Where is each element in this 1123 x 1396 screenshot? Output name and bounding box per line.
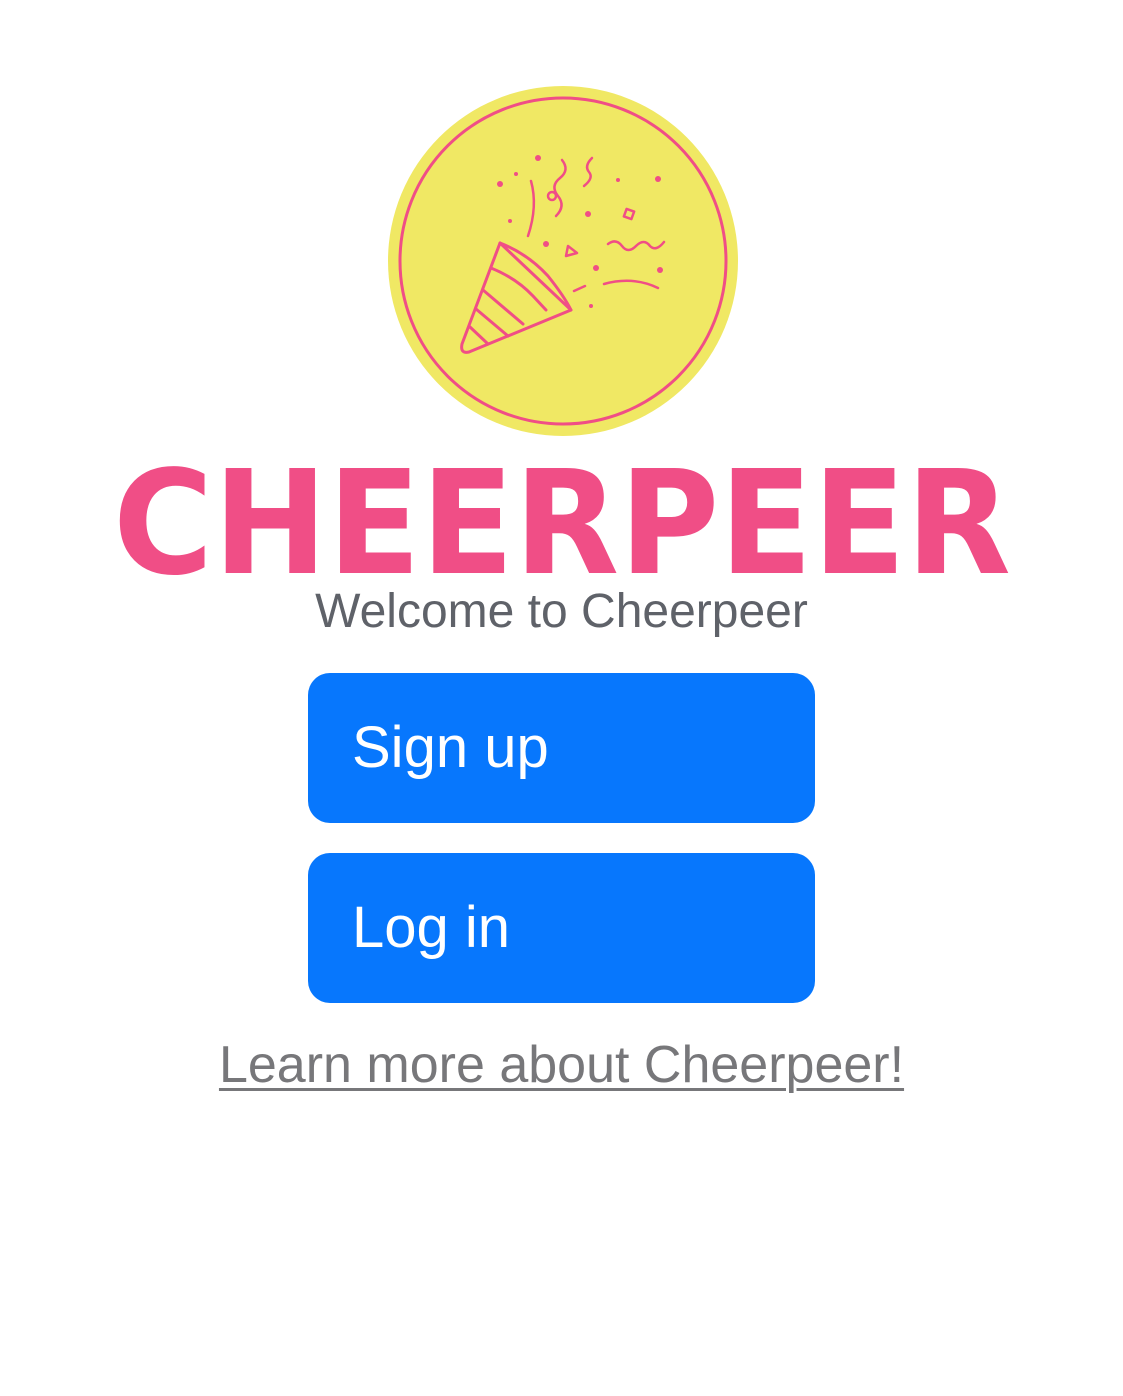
sign-up-button[interactable]: Sign up	[308, 673, 815, 823]
welcome-text: Welcome to Cheerpeer	[315, 585, 808, 638]
brand-wordmark-svg: CHEERPEER	[112, 466, 1012, 578]
log-in-button[interactable]: Log in	[308, 853, 815, 1003]
brand-wordmark-text: CHEERPEER	[113, 466, 1011, 578]
party-popper-icon	[388, 86, 738, 436]
learn-more-link[interactable]: Learn more about Cheerpeer!	[0, 1034, 1123, 1096]
logo-badge	[388, 86, 738, 436]
logo-circle	[388, 86, 738, 436]
brand-wordmark: CHEERPEER	[111, 466, 1013, 578]
